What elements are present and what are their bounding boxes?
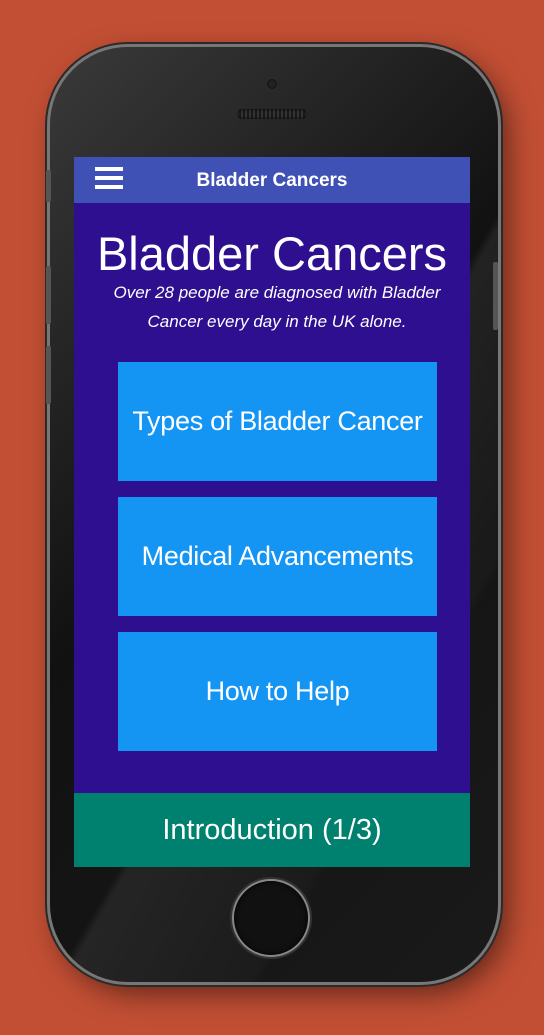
home-button[interactable] <box>234 881 308 955</box>
phone-silent-switch <box>46 170 51 202</box>
how-to-help-button[interactable]: How to Help <box>118 632 437 751</box>
section-footer: Introduction (1/3) <box>74 793 470 867</box>
top-app-bar: Bladder Cancers <box>74 157 470 203</box>
phone-power-button <box>493 262 498 330</box>
phone-volume-down-button <box>46 346 51 404</box>
phone-volume-up-button <box>46 266 51 324</box>
earpiece-speaker <box>237 109 307 119</box>
page-title: Bladder Cancers <box>96 227 448 280</box>
app-bar-title: Bladder Cancers <box>196 170 348 191</box>
app-screen: Bladder Cancers Bladder Cancers Over 28 … <box>74 157 470 867</box>
medical-advancements-button[interactable]: Medical Advancements <box>118 497 437 616</box>
types-of-bladder-cancer-button[interactable]: Types of Bladder Cancer <box>118 362 437 481</box>
page-subtitle: Over 28 people are diagnosed with Bladde… <box>113 283 441 331</box>
front-camera <box>267 79 277 89</box>
